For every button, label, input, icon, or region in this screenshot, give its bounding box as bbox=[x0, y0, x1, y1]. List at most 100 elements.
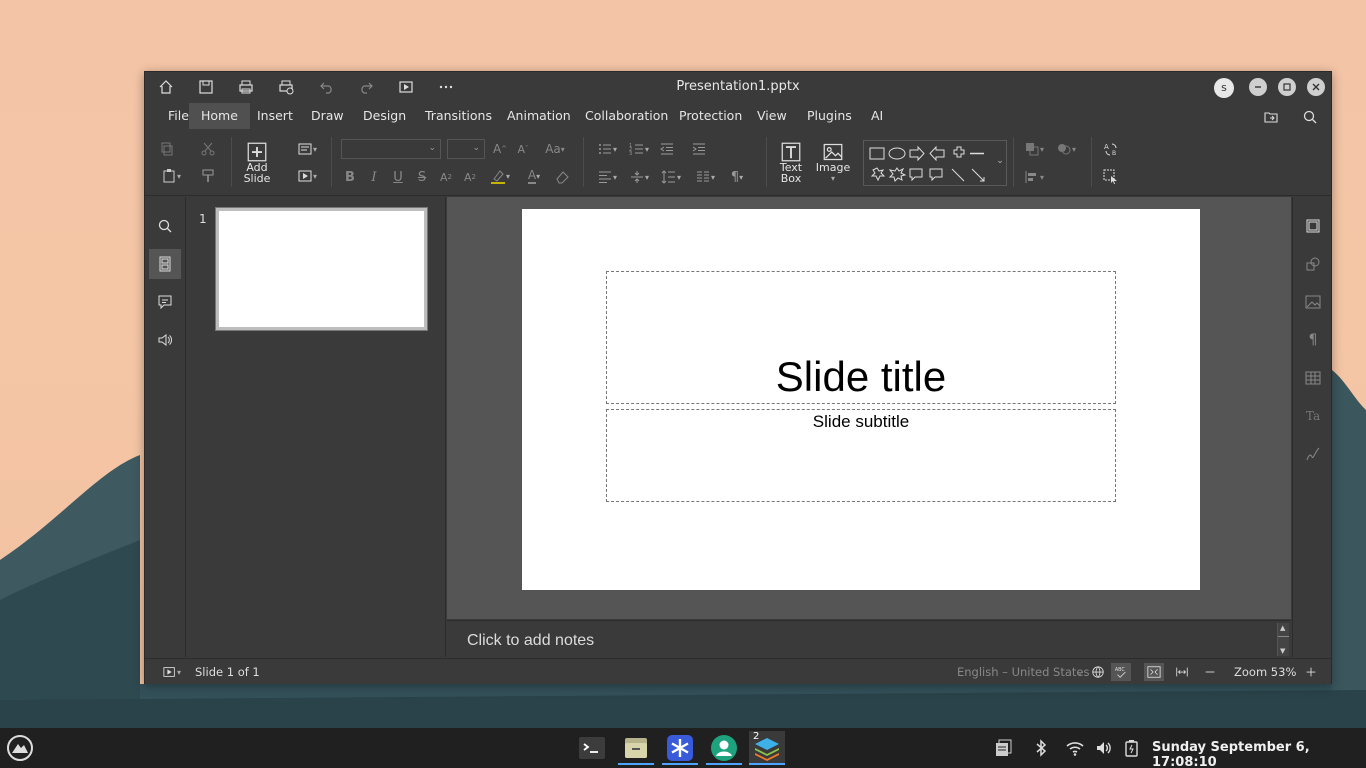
redo-icon[interactable] bbox=[354, 76, 378, 98]
image-settings-icon[interactable] bbox=[1301, 290, 1325, 314]
shapes-more-chevron-icon[interactable]: ⌄ bbox=[993, 151, 1007, 171]
fit-slide-icon[interactable] bbox=[1144, 663, 1164, 681]
align-left-icon[interactable]: ▾ bbox=[593, 167, 621, 187]
slides-panel-icon[interactable] bbox=[149, 249, 181, 279]
notes-pane[interactable]: Click to add notes ▲ ▼ bbox=[447, 620, 1291, 657]
underline-icon[interactable]: U bbox=[389, 167, 407, 187]
battery-icon[interactable] bbox=[1122, 738, 1142, 758]
snowflake-app-icon[interactable] bbox=[662, 731, 698, 765]
menu-animation[interactable]: Animation bbox=[495, 103, 583, 129]
scroll-down-icon[interactable]: ▼ bbox=[1280, 647, 1285, 655]
arrange-icon[interactable]: ▾ bbox=[1019, 139, 1049, 159]
table-settings-icon[interactable] bbox=[1301, 366, 1325, 390]
menu-collaboration[interactable]: Collaboration bbox=[573, 103, 680, 129]
scroll-up-icon[interactable]: ▲ bbox=[1280, 624, 1285, 632]
undo-icon[interactable] bbox=[315, 76, 339, 98]
start-slideshow-icon[interactable] bbox=[394, 76, 418, 98]
change-layout-icon[interactable]: ▾ bbox=[291, 139, 323, 159]
columns-icon[interactable]: ▾ bbox=[691, 167, 719, 187]
bullets-icon[interactable]: ▾ bbox=[593, 139, 621, 159]
menu-home[interactable]: Home bbox=[189, 103, 250, 129]
increase-indent-icon[interactable] bbox=[689, 139, 709, 159]
text-direction-icon[interactable]: ¶ ▾ bbox=[723, 167, 751, 187]
volume-icon[interactable] bbox=[1094, 738, 1114, 758]
font-size-select[interactable]: ⌄ bbox=[447, 139, 485, 159]
find-icon[interactable] bbox=[149, 211, 181, 241]
cut-icon[interactable] bbox=[197, 139, 219, 159]
zoom-level[interactable]: Zoom 53% bbox=[1234, 665, 1296, 679]
close-button[interactable] bbox=[1307, 78, 1325, 96]
zoom-in-icon[interactable] bbox=[1301, 663, 1321, 681]
office-suite-icon[interactable]: 2 bbox=[749, 731, 785, 765]
fit-width-icon[interactable] bbox=[1172, 663, 1192, 681]
menu-design[interactable]: Design bbox=[351, 103, 418, 129]
more-options-icon[interactable] bbox=[434, 76, 458, 98]
decrease-indent-icon[interactable] bbox=[657, 139, 677, 159]
contacts-app-icon[interactable] bbox=[706, 731, 742, 765]
print-icon[interactable] bbox=[234, 76, 258, 98]
slide-thumbnail[interactable] bbox=[215, 207, 428, 331]
italic-icon[interactable]: I bbox=[365, 167, 383, 187]
quick-print-icon[interactable] bbox=[274, 76, 298, 98]
numbering-icon[interactable]: 123 ▾ bbox=[625, 139, 653, 159]
paste-icon[interactable]: ▾ bbox=[156, 166, 186, 186]
menu-insert[interactable]: Insert bbox=[245, 103, 305, 129]
terminal-icon[interactable] bbox=[574, 731, 610, 765]
slide[interactable]: Slide title Slide subtitle bbox=[522, 209, 1200, 590]
slideshow-start-icon[interactable]: ▾ bbox=[157, 663, 187, 681]
select-icon[interactable] bbox=[1100, 167, 1122, 187]
comments-icon[interactable] bbox=[149, 287, 181, 317]
bold-icon[interactable]: B bbox=[341, 167, 359, 187]
copy-icon[interactable] bbox=[156, 139, 178, 159]
decrease-font-icon[interactable]: Aˇ bbox=[513, 139, 533, 159]
save-icon[interactable] bbox=[194, 76, 218, 98]
paragraph-settings-icon[interactable]: ¶ bbox=[1301, 328, 1325, 352]
highlight-color-icon[interactable]: ▾ bbox=[485, 165, 515, 187]
user-avatar[interactable]: s bbox=[1214, 78, 1234, 98]
menu-draw[interactable]: Draw bbox=[299, 103, 356, 129]
format-painter-icon[interactable] bbox=[197, 166, 219, 186]
menu-protection[interactable]: Protection bbox=[667, 103, 754, 129]
notes-placeholder[interactable]: Click to add notes bbox=[467, 632, 594, 650]
slide-title[interactable]: Slide title bbox=[607, 353, 1115, 401]
audio-icon[interactable] bbox=[149, 325, 181, 355]
shapes-gallery[interactable] bbox=[863, 140, 1007, 186]
slideshow-options-icon[interactable]: ▾ bbox=[291, 166, 323, 186]
shape-settings-icon[interactable] bbox=[1301, 252, 1325, 276]
subscript-icon[interactable]: A2 bbox=[461, 167, 479, 187]
image-button[interactable]: Image ▾ bbox=[815, 137, 851, 189]
text-art-settings-icon[interactable]: Ta bbox=[1301, 404, 1325, 428]
language-chevron-icon[interactable]: ⌄ bbox=[1075, 663, 1085, 681]
text-language-icon[interactable] bbox=[1088, 663, 1108, 681]
clock[interactable]: Sunday September 6, 17:08:10 bbox=[1152, 740, 1366, 768]
wifi-icon[interactable] bbox=[1065, 738, 1085, 758]
bluetooth-icon[interactable] bbox=[1031, 738, 1051, 758]
language-selector[interactable]: English – United States bbox=[957, 665, 1089, 679]
change-case-icon[interactable]: Aa ▾ bbox=[539, 139, 571, 159]
slide-settings-icon[interactable] bbox=[1301, 214, 1325, 238]
clipboard-icon[interactable] bbox=[993, 738, 1013, 758]
home-icon[interactable] bbox=[154, 76, 178, 98]
clear-formatting-icon[interactable] bbox=[552, 167, 572, 187]
strikethrough-icon[interactable]: S bbox=[413, 167, 431, 187]
font-color-icon[interactable]: A ▾ bbox=[519, 165, 549, 187]
slide-subtitle[interactable]: Slide subtitle bbox=[607, 412, 1115, 432]
font-name-select[interactable]: ⌄ bbox=[341, 139, 441, 159]
search-icon[interactable] bbox=[1300, 107, 1320, 127]
maximize-button[interactable] bbox=[1278, 78, 1296, 96]
notes-scrollbar[interactable]: ▲ ▼ bbox=[1277, 623, 1289, 656]
menu-plugins[interactable]: Plugins bbox=[795, 103, 864, 129]
add-slide-button[interactable]: Add Slide bbox=[239, 137, 275, 189]
title-placeholder[interactable]: Slide title bbox=[606, 271, 1116, 404]
app-launcher-icon[interactable] bbox=[2, 731, 38, 765]
subtitle-placeholder[interactable]: Slide subtitle bbox=[606, 409, 1116, 502]
group-icon[interactable]: ▾ bbox=[1051, 139, 1081, 159]
text-box-button[interactable]: Text Box bbox=[775, 137, 807, 189]
menu-transitions[interactable]: Transitions bbox=[413, 103, 504, 129]
spell-check-icon[interactable]: ABC bbox=[1111, 663, 1131, 681]
increase-font-icon[interactable]: A ^ bbox=[490, 139, 510, 159]
vertical-align-icon[interactable]: ▾ bbox=[625, 167, 653, 187]
zoom-out-icon[interactable] bbox=[1200, 663, 1220, 681]
line-spacing-icon[interactable]: ▾ bbox=[657, 167, 685, 187]
replace-icon[interactable]: AB bbox=[1100, 139, 1122, 159]
